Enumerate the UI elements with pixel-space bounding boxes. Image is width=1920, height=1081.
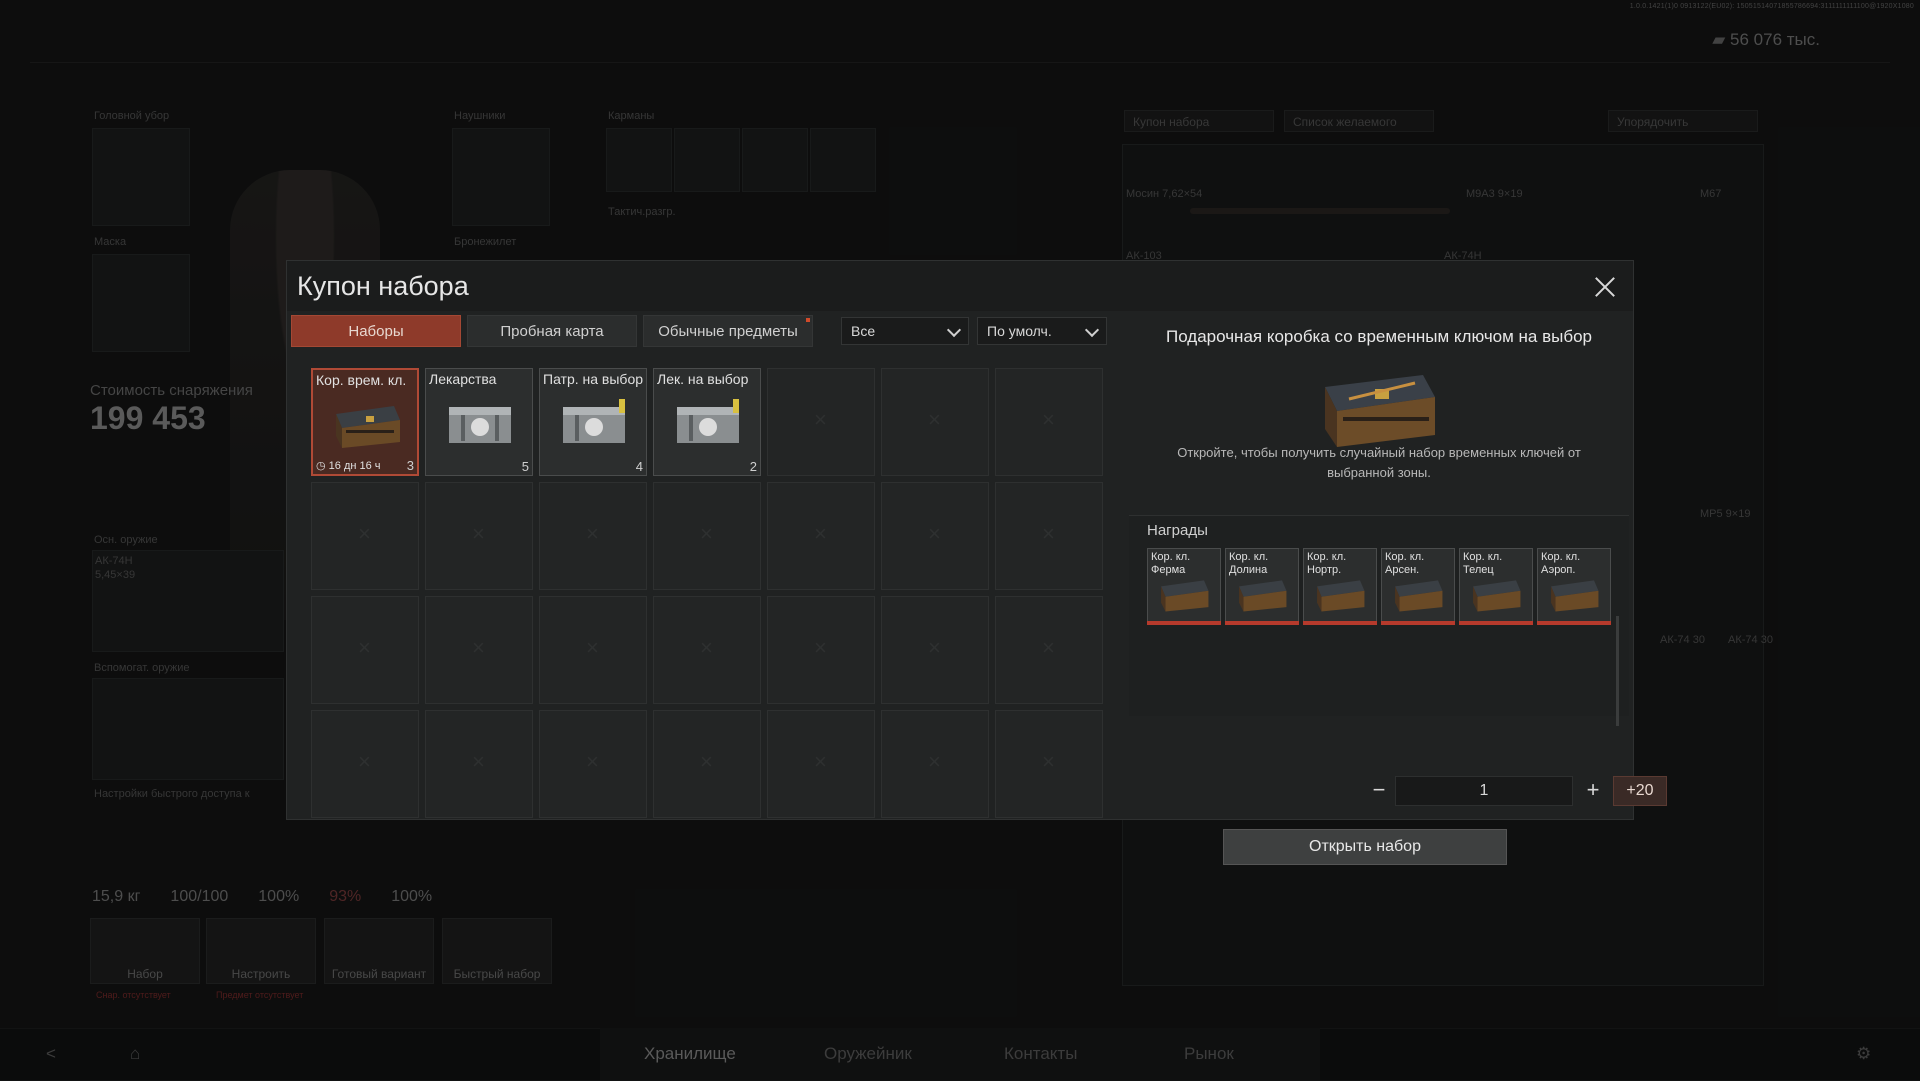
type-filter-select[interactable]: Все [841,317,969,345]
rewards-label: Награды [1147,522,1208,539]
empty-slot [539,482,647,590]
empty-slot [311,482,419,590]
empty-slot [767,596,875,704]
kit-item-timer: ◷ 16 дн 16 ч [316,459,381,472]
metal-case-icon [563,399,625,443]
kit-detail-title: Подарочная коробка со временным ключом н… [1165,327,1593,346]
kit-item-label: Лек. на выбор [657,371,749,387]
empty-slot [881,710,989,818]
empty-slot [425,482,533,590]
reward-item[interactable]: Кор. кл. Аэроп. [1537,548,1611,625]
empty-slot [653,482,761,590]
wooden-crate-icon [1473,580,1521,612]
quantity-stepper: − 1 + +20 [1129,776,1667,806]
tab-regular-items-label: Обычные предметы [658,323,798,340]
empty-slot [539,596,647,704]
sort-select[interactable]: По умолч. [977,317,1107,345]
empty-slot [995,596,1103,704]
kit-item-label: Лекарства [429,371,497,387]
quantity-input[interactable]: 1 [1395,776,1573,806]
empty-slot [311,596,419,704]
kit-item-count: 4 [635,459,643,474]
empty-slot [881,596,989,704]
empty-slot [425,710,533,818]
empty-slot [767,710,875,818]
clock-icon: ◷ [316,460,329,472]
open-kit-button[interactable]: Открыть набор [1223,829,1507,865]
wooden-crate-icon [1161,580,1209,612]
tab-regular-items[interactable]: Обычные предметы [643,315,813,347]
kit-coupon-dialog: Купон набора Наборы Пробная карта Обычны… [286,260,1667,865]
rewards-scrollbar[interactable] [1616,616,1619,726]
kit-item-ammo-choice[interactable]: Патр. на выбор 4 [539,368,647,476]
reward-item[interactable]: Кор. кл. Арсен. [1381,548,1455,625]
wooden-crate-icon [336,406,400,448]
kit-item-count: 3 [406,458,414,473]
empty-slot [653,710,761,818]
kit-item-timed-key-box[interactable]: Кор. врем. кл. ◷ 16 дн 16 ч 3 [311,368,419,476]
kit-item-label: Патр. на выбор [543,371,644,387]
reward-item[interactable]: Кор. кл. Телец [1459,548,1533,625]
kit-item-timer-value: 16 дн 16 ч [328,460,381,472]
empty-slot [767,368,875,476]
sort-value: По умолч. [987,323,1052,339]
empty-slot [995,482,1103,590]
increment-button[interactable]: + [1579,776,1607,806]
wooden-crate-icon [1551,580,1599,612]
kit-item-label: Кор. врем. кл. [316,372,407,388]
wooden-crate-icon [1325,375,1435,447]
empty-slot [881,482,989,590]
reward-item[interactable]: Кор. кл. Нортр. [1303,548,1377,625]
kit-detail-description: Откройте, чтобы получить случайный набор… [1177,445,1581,480]
kit-item-count: 5 [521,459,529,474]
kit-item-medicine[interactable]: Лекарства 5 [425,368,533,476]
empty-slot [311,710,419,818]
metal-case-icon [449,407,511,443]
wooden-crate-icon [1239,580,1287,612]
metal-case-icon [677,399,739,443]
empty-slot [881,368,989,476]
empty-slot [995,710,1103,818]
type-filter-value: Все [851,323,876,339]
chevron-down-icon [946,322,962,338]
dialog-header: Купон набора [287,261,1633,311]
plus-twenty-button[interactable]: +20 [1613,776,1667,806]
empty-slot [767,482,875,590]
wooden-crate-icon [1317,580,1365,612]
dialog-title: Купон набора [297,271,469,301]
empty-slot [653,596,761,704]
empty-slot [425,596,533,704]
reward-item[interactable]: Кор. кл. Долина [1225,548,1299,625]
tab-kits[interactable]: Наборы [291,315,461,347]
kit-item-count: 2 [749,459,757,474]
wooden-crate-icon [1395,580,1443,612]
kit-item-med-choice[interactable]: Лек. на выбор 2 [653,368,761,476]
empty-slot [539,710,647,818]
reward-item[interactable]: Кор. кл. Ферма [1147,548,1221,625]
chevron-down-icon [1084,322,1100,338]
notification-dot [806,318,810,322]
decrement-button[interactable]: − [1365,776,1393,806]
rewards-section: Награды Кор. кл. Ферма Кор. кл. Долина К… [1129,515,1629,726]
close-icon[interactable] [1591,273,1619,301]
tab-trial-card[interactable]: Пробная карта [467,315,637,347]
empty-slot [995,368,1103,476]
